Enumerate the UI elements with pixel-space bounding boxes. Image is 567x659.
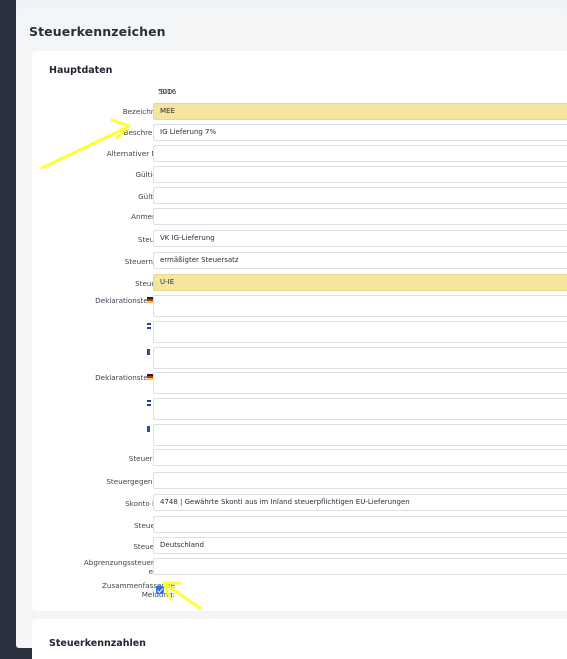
- zusammenfassende-meldung-checkbox[interactable]: [156, 586, 164, 594]
- anmerkung-input[interactable]: [153, 208, 567, 225]
- alternativer-name-input[interactable]: [153, 145, 567, 162]
- main-card: Steuerkennzeichen Hauptdaten SID: 5016 B…: [16, 8, 567, 659]
- steuerkonto-input[interactable]: [153, 449, 567, 466]
- sid-value: 5016: [158, 87, 177, 96]
- steuerkennzahlen-panel: Steuerkennzahlen: [32, 619, 567, 659]
- page-title: Steuerkennzeichen: [29, 24, 166, 39]
- gueltig-bis-input[interactable]: [153, 187, 567, 204]
- zusammenfassende-label-line1: Zusammenfassende: [102, 581, 175, 590]
- page-background: Steuerkennzeichen Hauptdaten SID: 5016 B…: [16, 0, 567, 659]
- steuerniveau-select[interactable]: ermäßigter Steuersatz: [153, 252, 567, 269]
- steuerfall-select[interactable]: VK IG-Lieferung: [153, 230, 567, 247]
- abgrenzung-select[interactable]: [153, 558, 567, 575]
- zusammenfassende-meldung-label: Zusammenfassende Meldung:: [102, 581, 175, 599]
- deklarationstext-2-de-input[interactable]: [153, 372, 567, 394]
- steuergegenkonto-input[interactable]: [153, 472, 567, 489]
- beschreibung-input[interactable]: IG Lieferung 7%: [153, 124, 567, 141]
- steuerart-select[interactable]: U-IE: [153, 274, 567, 291]
- steuerland-select[interactable]: Deutschland: [153, 537, 567, 554]
- deklarationstext-2-en-input[interactable]: [153, 398, 567, 420]
- gueltig-von-input[interactable]: [153, 166, 567, 183]
- section-title: Hauptdaten: [49, 65, 113, 76]
- deklarationstext-1-en-input[interactable]: [153, 321, 567, 343]
- hauptdaten-panel: Hauptdaten SID: 5016 Bezeichnung:* MEE B…: [32, 51, 567, 611]
- deklarationstext-1-de-input[interactable]: [153, 295, 567, 317]
- bezeichnung-input[interactable]: MEE: [153, 103, 567, 120]
- deklarationstext-2-fr-input[interactable]: [153, 424, 567, 446]
- deklarationstext-1-fr-input[interactable]: [153, 347, 567, 369]
- skonto-konto-select[interactable]: 4748 | Gewährte Skonti aus im Inland ste…: [153, 494, 567, 511]
- steuersatz-input[interactable]: [153, 516, 567, 533]
